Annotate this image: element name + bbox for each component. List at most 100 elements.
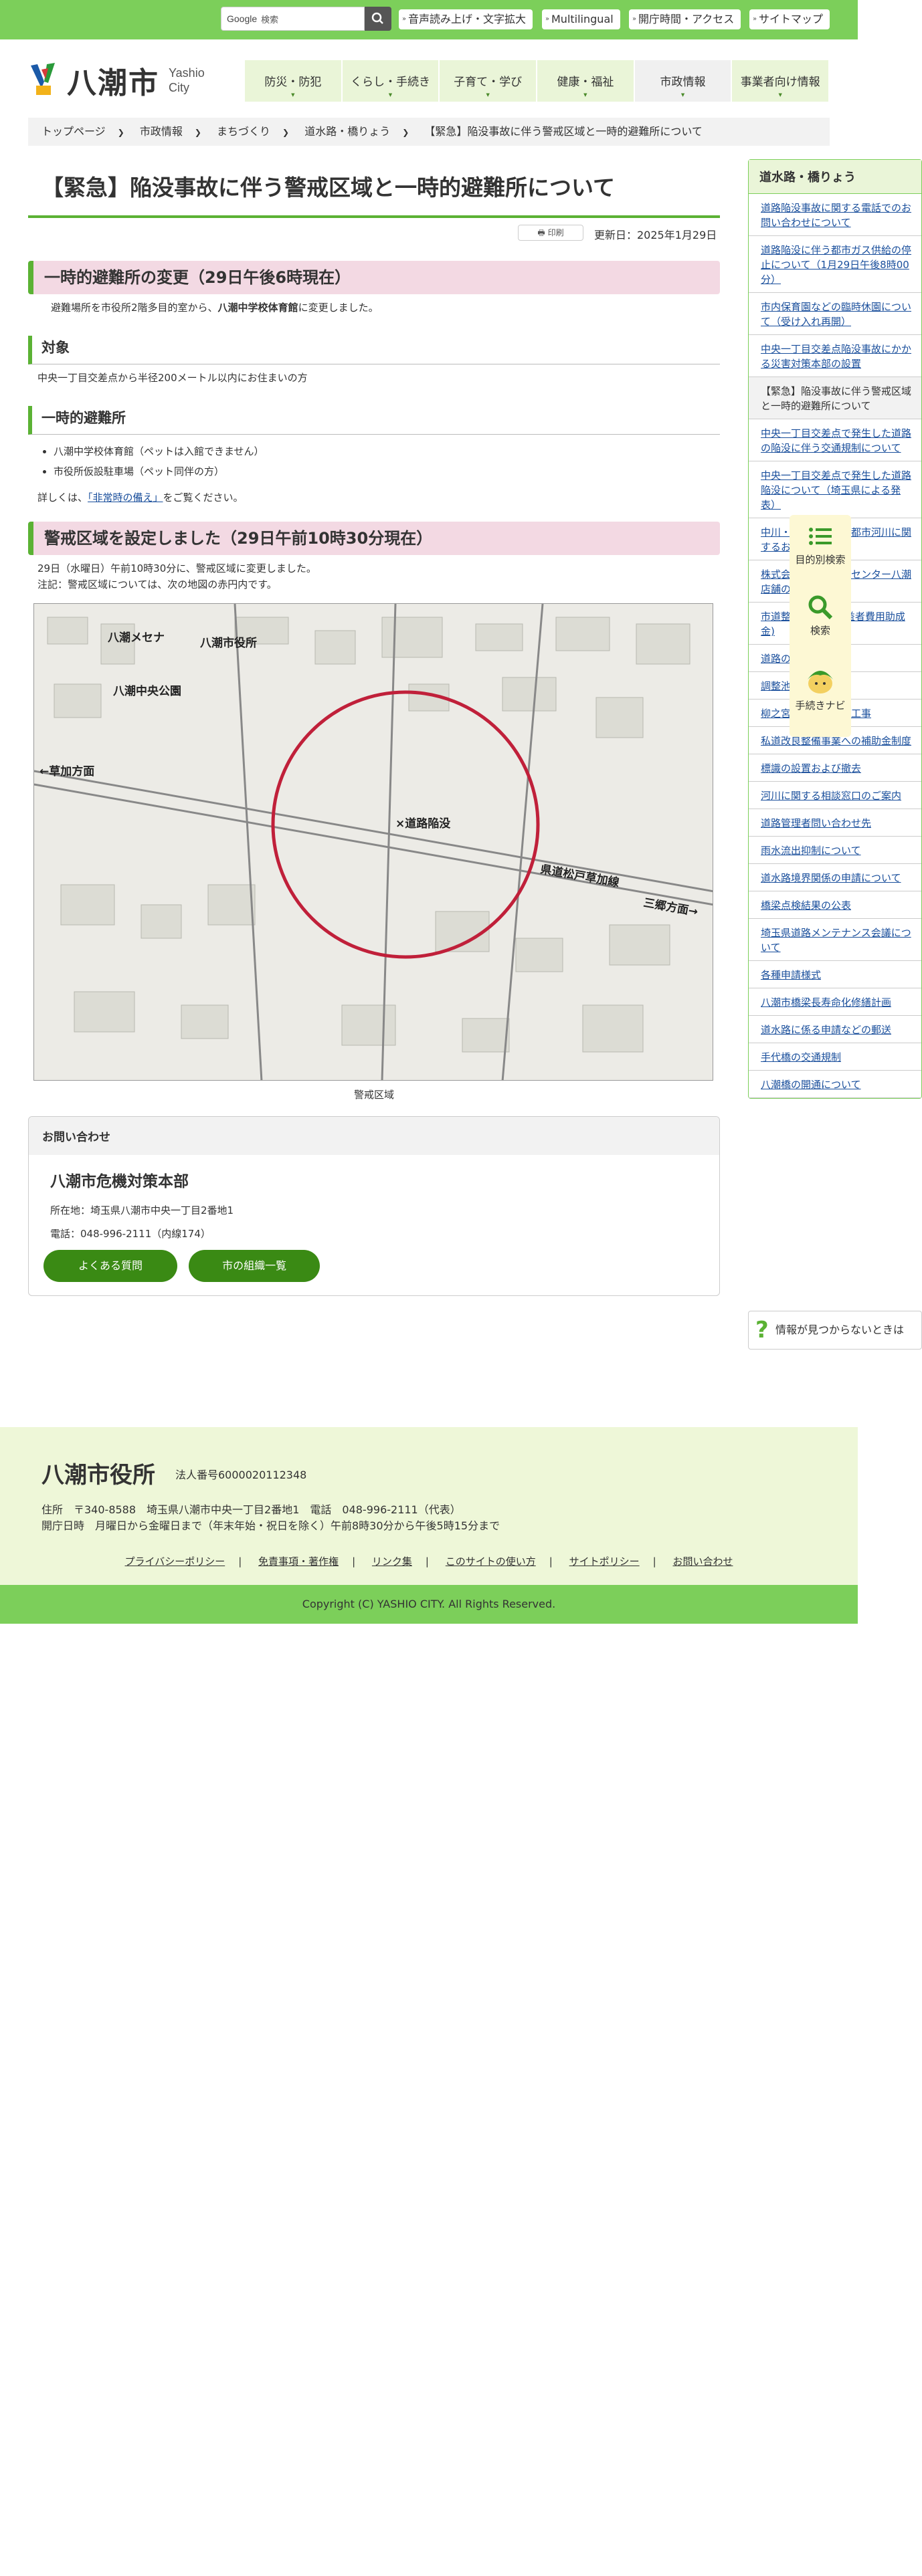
map-label-park: 八潮中央公園 bbox=[113, 684, 181, 698]
breadcrumb-machizukuri[interactable]: まちづくり bbox=[217, 125, 270, 138]
sidebar-item[interactable]: 道路管理者問い合わせ先 bbox=[749, 809, 921, 837]
sidebar-item-link[interactable]: 河川に関する相談窓口のご案内 bbox=[761, 790, 901, 802]
search-button[interactable] bbox=[365, 7, 391, 31]
gnav-kenko[interactable]: 健康・福祉 bbox=[537, 60, 635, 102]
top-link-access[interactable]: 開庁時間・アクセス bbox=[629, 9, 741, 29]
map-caption: 警戒区域 bbox=[353, 1089, 394, 1101]
sidebar-item-link[interactable]: 調整池 bbox=[761, 680, 791, 692]
sidebar-item-link[interactable]: 埼玉県道路メンテナンス会議について bbox=[761, 927, 911, 954]
footer-link-disclaimer[interactable]: 免責事項・著作権 bbox=[258, 1555, 339, 1568]
sidebar-item-link[interactable]: 道路陥没に伴う都市ガス供給の停止について（1月29日午後8時00分） bbox=[761, 244, 911, 286]
sidebar-item-link[interactable]: 手代橋の交通規制 bbox=[761, 1051, 841, 1063]
sidebar-item[interactable]: 中央一丁目交差点で発生した道路陥没について（埼玉県による発表） bbox=[749, 461, 921, 518]
sidebar-item-link[interactable]: 橋梁点検結果の公表 bbox=[761, 899, 851, 911]
sidebar-item-link[interactable]: 標識の設置および撤去 bbox=[761, 762, 861, 774]
top-link-sitemap[interactable]: サイトマップ bbox=[749, 9, 830, 29]
gnav-bousai[interactable]: 防災・防犯 bbox=[245, 60, 343, 102]
sidebar-item-link[interactable]: 市内保育園などの臨時休園について（受け入れ再開） bbox=[761, 301, 911, 328]
city-logo-icon[interactable] bbox=[28, 62, 62, 95]
logo-title[interactable]: 八潮市 bbox=[67, 59, 159, 102]
sidebar-item-link[interactable]: 八潮市橋梁長寿命化修繕計画 bbox=[761, 996, 891, 1008]
sidebar-item[interactable]: 手代橋の交通規制 bbox=[749, 1043, 921, 1071]
sidebar-item[interactable]: 【緊急】陥没事故に伴う警戒区域と一時的避難所について bbox=[749, 377, 921, 419]
gnav-jigyosha[interactable]: 事業者向け情報 bbox=[732, 60, 830, 102]
sidebar-item[interactable]: 道水路境界関係の申請について bbox=[749, 864, 921, 891]
help-label: 情報が見つからないときは bbox=[775, 1323, 905, 1336]
footer-link-policy[interactable]: サイトポリシー bbox=[569, 1555, 640, 1568]
section-heading-warning-zone: 警戒区域を設定しました（29日午前10時30分現在） bbox=[28, 522, 720, 555]
printer-icon: 🖶 bbox=[537, 228, 545, 237]
list-icon bbox=[809, 528, 832, 545]
sidebar-item-link[interactable]: 道水路に係る申請などの郵送 bbox=[761, 1024, 891, 1036]
sidebar-item[interactable]: 標識の設置および撤去 bbox=[749, 754, 921, 782]
breadcrumb-home[interactable]: トップページ bbox=[41, 125, 106, 138]
sidebar-item[interactable]: 道路陥没事故に関する電話でのお問い合わせについて bbox=[749, 194, 921, 236]
sidebar-item-link[interactable]: 道路管理者問い合わせ先 bbox=[761, 817, 871, 829]
sidebar-item[interactable]: 各種申請様式 bbox=[749, 961, 921, 988]
top-link-multilingual[interactable]: Multilingual bbox=[542, 9, 620, 29]
footer-divider: | bbox=[652, 1555, 656, 1568]
footer-address-line: 住所 〒340-8588 埼玉県八潮市中央一丁目2番地1 電話 048-996-… bbox=[41, 1503, 461, 1516]
footer-link-links[interactable]: リンク集 bbox=[372, 1555, 412, 1568]
print-button[interactable]: 🖶 印刷 bbox=[518, 225, 583, 241]
top-link-speech[interactable]: 音声読み上げ・文字拡大 bbox=[399, 9, 533, 29]
sidebar-item[interactable]: 中央一丁目交差点陥没事故にかかる災害対策本部の設置 bbox=[749, 335, 921, 377]
map-graphic: 八潮メセナ 八潮市役所 八潮中央公園 ←草加方面 ×道路陥没 県道松戸草加線 三… bbox=[34, 604, 713, 1080]
purpose-search-button[interactable]: 目的別検索 bbox=[790, 523, 851, 566]
section-heading-shelter: 一時的避難所 bbox=[28, 406, 720, 435]
logo-subtitle: Yashio City bbox=[169, 66, 205, 95]
section-heading-shelter-change: 一時的避難所の変更（29日午後6時現在） bbox=[28, 261, 720, 294]
breadcrumb-dousuiro[interactable]: 道水路・橋りょう bbox=[304, 125, 390, 138]
org-list-button[interactable]: 市の組織一覧 bbox=[189, 1250, 320, 1282]
help-link[interactable]: ? 情報が見つからないときは bbox=[748, 1311, 922, 1350]
sidebar-item[interactable]: 埼玉県道路メンテナンス会議について bbox=[749, 919, 921, 961]
footer-link-howto[interactable]: このサイトの使い方 bbox=[446, 1555, 536, 1568]
search-input[interactable]: Google 検索 bbox=[221, 7, 365, 31]
faq-button[interactable]: よくある質問 bbox=[43, 1250, 177, 1282]
sidebar-item-link[interactable]: 八潮橋の開通について bbox=[761, 1079, 861, 1091]
sidebar-item[interactable]: 中央一丁目交差点で発生した道路の陥没に伴う交通規制について bbox=[749, 419, 921, 461]
footer-link-contact[interactable]: お問い合わせ bbox=[672, 1555, 733, 1568]
procedure-navi-button[interactable]: 手続きナビ bbox=[790, 666, 851, 712]
gnav-shisei[interactable]: 市政情報 bbox=[634, 60, 733, 102]
floating-tools: 目的別検索 検索 手続きナビ bbox=[790, 515, 851, 737]
sidebar-item[interactable]: 雨水流出抑制について bbox=[749, 837, 921, 864]
sidebar-item[interactable]: 道路陥没に伴う都市ガス供給の停止について（1月29日午後8時00分） bbox=[749, 236, 921, 293]
warning-line2: 注記：警戒区域については、次の地図の赤円内です。 bbox=[37, 578, 277, 591]
sidebar-item[interactable]: 河川に関する相談窓口のご案内 bbox=[749, 782, 921, 809]
sidebar-item[interactable]: 橋梁点検結果の公表 bbox=[749, 891, 921, 919]
footer: 八潮市役所 法人番号6000020112348 住所 〒340-8588 埼玉県… bbox=[0, 1427, 858, 1585]
emergency-prep-link[interactable]: 「非常時の備え」 bbox=[88, 492, 163, 504]
warning-zone-map: 八潮メセナ 八潮市役所 八潮中央公園 ←草加方面 ×道路陥没 県道松戸草加線 三… bbox=[33, 603, 713, 1081]
breadcrumb-chevron-icon: ❯ bbox=[282, 128, 290, 137]
sidebar-item-link[interactable]: 中央一丁目交差点で発生した道路陥没について（埼玉県による発表） bbox=[761, 469, 911, 511]
map-label-mesena: 八潮メセナ bbox=[108, 631, 165, 645]
map-label-collapse: ×道路陥没 bbox=[395, 817, 451, 831]
sidebar-item[interactable]: 八潮橋の開通について bbox=[749, 1071, 921, 1098]
sidebar-item[interactable]: 市内保育園などの臨時休園について（受け入れ再開） bbox=[749, 293, 921, 335]
sidebar-item-link[interactable]: 道水路境界関係の申請について bbox=[761, 872, 901, 884]
footer-corp-number: 法人番号6000020112348 bbox=[175, 1469, 307, 1481]
sidebar-item-link[interactable]: 道路陥没事故に関する電話でのお問い合わせについて bbox=[761, 202, 911, 229]
breadcrumb-shisei[interactable]: 市政情報 bbox=[140, 125, 183, 138]
sidebar-item-link[interactable]: 各種申請様式 bbox=[761, 969, 821, 981]
procedure-navi-label: 手続きナビ bbox=[795, 700, 846, 712]
print-label: 印刷 bbox=[547, 228, 564, 237]
title-meta: 🖶 印刷 更新日：2025年1月29日 bbox=[28, 218, 720, 247]
sidebar-item[interactable]: 道水路に係る申請などの郵送 bbox=[749, 1016, 921, 1043]
sidebar-item-link[interactable]: 中央一丁目交差点陥没事故にかかる災害対策本部の設置 bbox=[761, 343, 911, 370]
gnav-kosodate[interactable]: 子育て・学び bbox=[440, 60, 538, 102]
sidebar-item-link[interactable]: 雨水流出抑制について bbox=[761, 845, 861, 857]
float-search-label: 検索 bbox=[810, 625, 830, 637]
footer-link-privacy[interactable]: プライバシーポリシー bbox=[125, 1555, 225, 1568]
global-nav: 防災・防犯 くらし・手続き 子育て・学び 健康・福祉 市政情報 事業者向け情報 bbox=[245, 60, 830, 102]
list-item: 市役所仮設駐車場（ペット同伴の方） bbox=[54, 461, 720, 481]
gnav-kurashi[interactable]: くらし・手続き bbox=[342, 60, 440, 102]
shelter-list: 八潮中学校体育館（ペットは入館できません） 市役所仮設駐車場（ペット同伴の方） bbox=[54, 441, 720, 481]
footer-address: 住所 〒340-8588 埼玉県八潮市中央一丁目2番地1 電話 048-996-… bbox=[41, 1502, 500, 1534]
sidebar-item-link[interactable]: 中央一丁目交差点で発生した道路の陥没に伴う交通規制について bbox=[761, 427, 911, 454]
float-search-button[interactable]: 検索 bbox=[790, 594, 851, 637]
sidebar-item[interactable]: 八潮市橋梁長寿命化修繕計画 bbox=[749, 988, 921, 1016]
footer-name: 八潮市役所 bbox=[41, 1462, 155, 1489]
breadcrumb-current: 【緊急】陥没事故に伴う警戒区域と一時的避難所について bbox=[424, 125, 703, 138]
